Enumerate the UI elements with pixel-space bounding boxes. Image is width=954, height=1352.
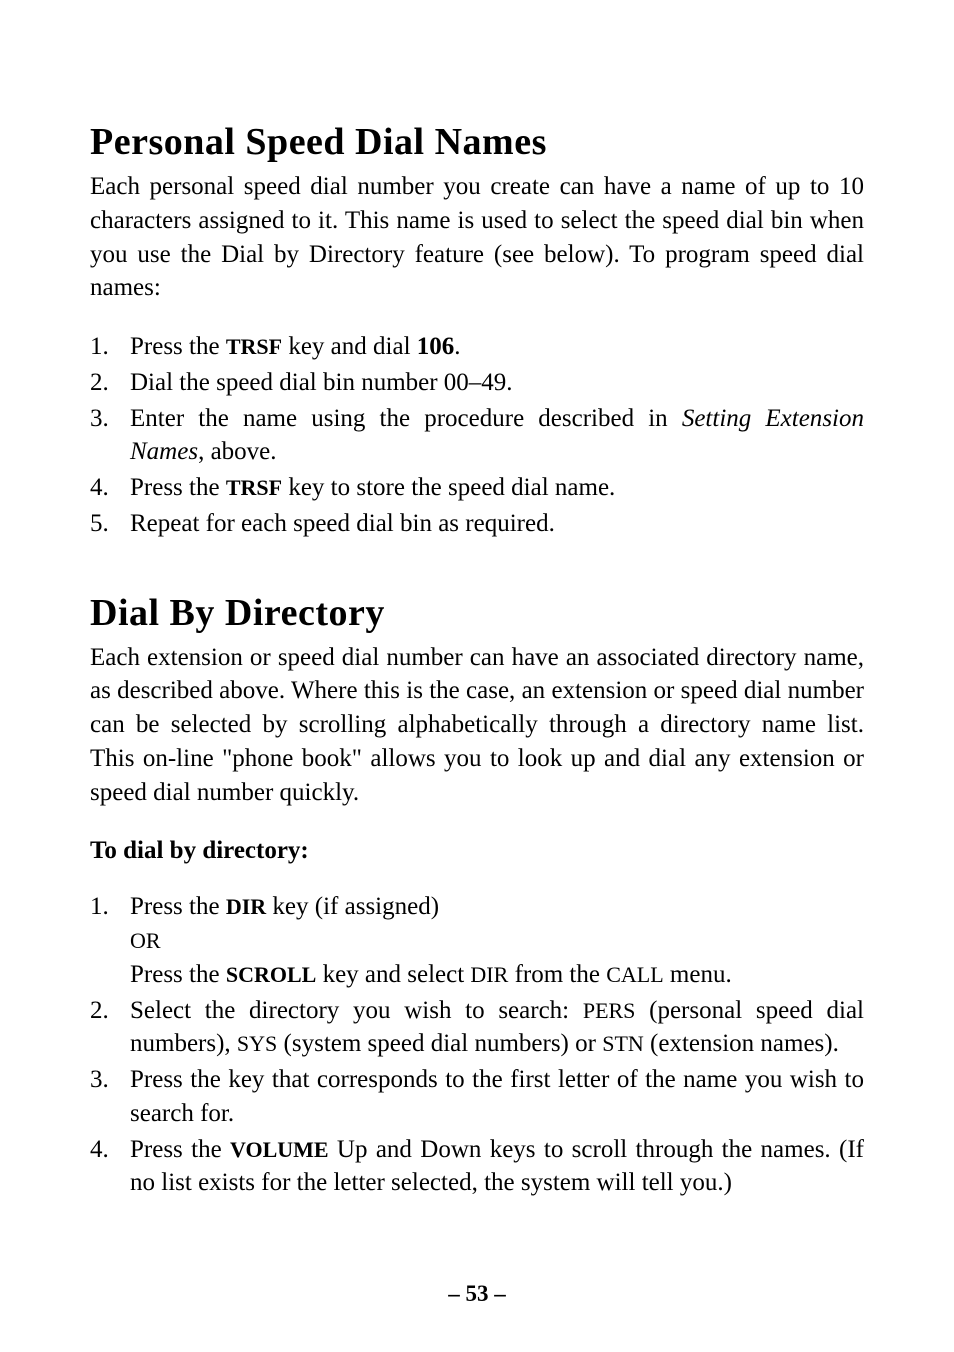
list-marker: 1.: [90, 890, 130, 991]
text: , above.: [198, 438, 276, 465]
text: Press the: [130, 1136, 230, 1163]
list-content: Press the TRSF key to store the speed di…: [130, 471, 864, 505]
list-item: 5. Repeat for each speed dial bin as req…: [90, 507, 864, 541]
text: Press the: [130, 961, 226, 988]
list-content: Dial the speed dial bin number 00–49.: [130, 366, 864, 400]
list-item: 3. Enter the name using the procedure de…: [90, 402, 864, 470]
text: menu.: [664, 961, 732, 988]
list-item: 2. Select the directory you wish to sear…: [90, 994, 864, 1062]
italic-text: Setting Exten: [682, 405, 822, 432]
list-marker: 5.: [90, 507, 130, 541]
text: .: [454, 333, 460, 360]
section2-intro: Each extension or speed dial number can …: [90, 641, 864, 810]
number-label: 106: [417, 333, 455, 360]
list-marker: 4.: [90, 1133, 130, 1201]
section-heading-2: Dial By Directory: [90, 591, 864, 635]
list-marker: 2.: [90, 366, 130, 400]
key-label: DIR: [226, 894, 266, 919]
text: key (if assigned): [266, 893, 439, 920]
section2-list: 1. Press the DIR key (if assigned) OR Pr…: [90, 890, 864, 1200]
list-item: 3. Press the key that corresponds to the…: [90, 1063, 864, 1131]
subheading: To dial by directory:: [90, 837, 864, 865]
section1-list: 1. Press the TRSF key and dial 106. 2. D…: [90, 330, 864, 541]
key-label: TRSF: [226, 334, 282, 359]
list-item: 2. Dial the speed dial bin number 00–49.: [90, 366, 864, 400]
list-marker: 3.: [90, 1063, 130, 1131]
text: (extension names).: [644, 1030, 839, 1057]
list-item: 1. Press the DIR key (if assigned) OR Pr…: [90, 890, 864, 991]
key-label: VOLUME: [230, 1137, 329, 1162]
list-marker: 4.: [90, 471, 130, 505]
list-item: 1. Press the TRSF key and dial 106.: [90, 330, 864, 364]
text: Enter the name using the procedure descr…: [130, 405, 682, 432]
text: key to store the speed dial name.: [282, 474, 615, 501]
caps-text: SYS: [237, 1031, 277, 1056]
key-label: TRSF: [226, 475, 282, 500]
list-content: Press the key that corresponds to the fi…: [130, 1063, 864, 1131]
caps-text: CALL: [606, 962, 663, 987]
list-content: Press the TRSF key and dial 106.: [130, 330, 864, 364]
section-heading-1: Personal Speed Dial Names: [90, 120, 864, 164]
list-marker: 1.: [90, 330, 130, 364]
caps-text: PERS: [583, 998, 636, 1023]
text: Press the: [130, 893, 226, 920]
key-label: SCROLL: [226, 962, 316, 987]
caps-text: STN: [602, 1031, 644, 1056]
list-content: Repeat for each speed dial bin as requir…: [130, 507, 864, 541]
section1-intro: Each personal speed dial number you crea…: [90, 170, 864, 305]
list-content: Select the directory you wish to search:…: [130, 994, 864, 1062]
text: (system speed dial numbers) or: [277, 1030, 602, 1057]
list-content: Press the VOLUME Up and Down keys to scr…: [130, 1133, 864, 1201]
text: Press the: [130, 474, 226, 501]
list-content: Press the DIR key (if assigned) OR Press…: [130, 890, 864, 991]
list-marker: 3.: [90, 402, 130, 470]
text: key and select: [316, 961, 470, 988]
list-content: Enter the name using the procedure descr…: [130, 402, 864, 470]
list-item: 4. Press the TRSF key to store the speed…: [90, 471, 864, 505]
caps-text: DIR: [470, 962, 508, 987]
text: Select the directory you wish to search:: [130, 997, 583, 1024]
text: Press the: [130, 333, 226, 360]
list-item: 4. Press the VOLUME Up and Down keys to …: [90, 1133, 864, 1201]
or-text: OR: [130, 928, 161, 953]
text: key and dial: [282, 333, 417, 360]
text: from the: [508, 961, 606, 988]
list-marker: 2.: [90, 994, 130, 1062]
page-footer: – 53 –: [0, 1281, 954, 1307]
